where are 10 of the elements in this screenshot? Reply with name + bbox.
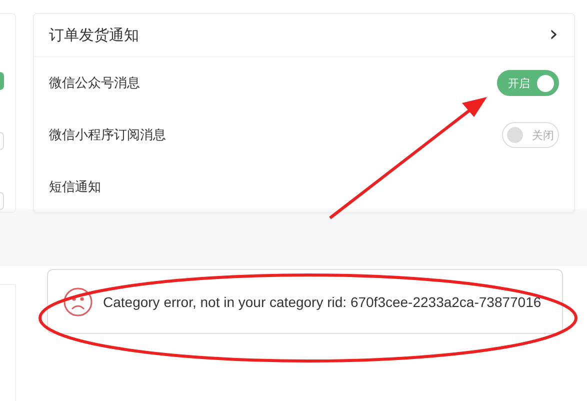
setting-label: 微信小程序订阅消息 (49, 127, 166, 144)
toggle-switch[interactable] (0, 72, 4, 90)
card-title: 订单发货通知 (49, 26, 139, 44)
setting-label: 微信公众号消息 (49, 75, 140, 92)
toggle-switch[interactable]: 关闭 (502, 122, 559, 148)
error-message: Category error, not in your category rid: 670f3cee-2233a2ca-73877016 (103, 294, 542, 310)
sad-face-icon (63, 286, 93, 316)
setting-label: 短信通知 (49, 179, 101, 196)
toggle-switch[interactable]: 开启 (497, 70, 559, 96)
chevron-icon[interactable]: › (549, 24, 558, 46)
